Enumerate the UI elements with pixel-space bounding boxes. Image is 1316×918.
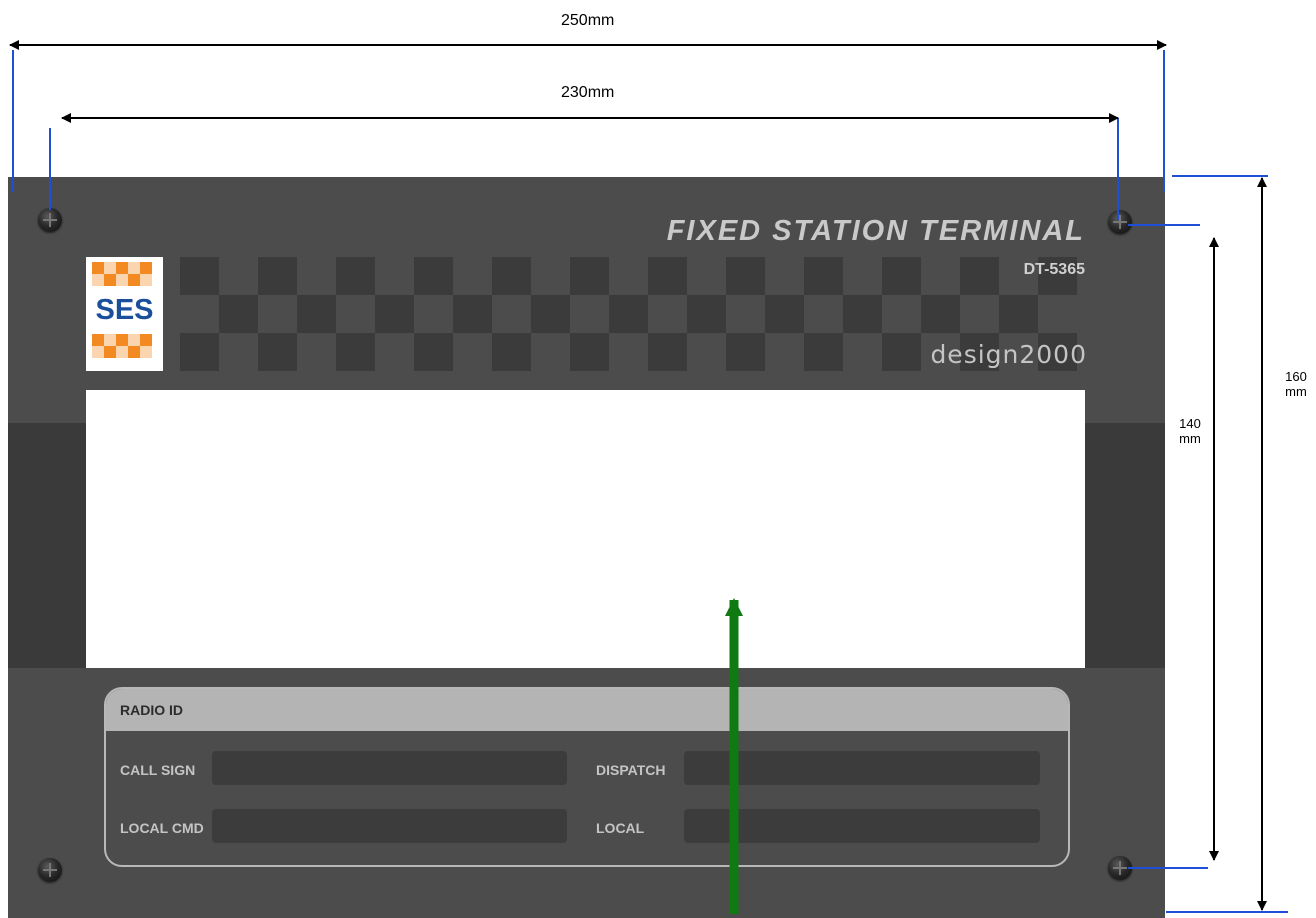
dimension-overlay — [9, 40, 1288, 914]
